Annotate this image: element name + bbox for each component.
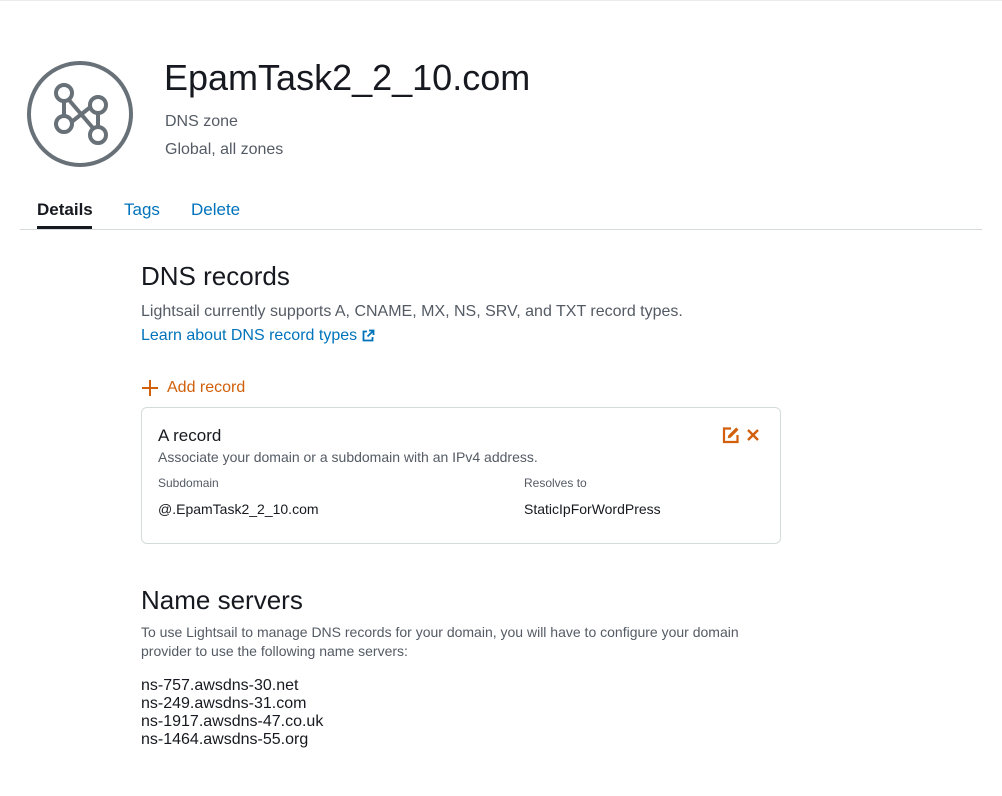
add-record-button[interactable]: Add record	[141, 378, 245, 398]
dns-records-heading: DNS records	[141, 261, 290, 291]
tab-bar: Details Tags Delete	[20, 196, 982, 230]
subdomain-label: Subdomain	[158, 476, 219, 490]
resolves-to-value: StaticIpForWordPress	[524, 501, 661, 517]
name-servers-heading: Name servers	[141, 585, 303, 615]
name-server-item: ns-1464.awsdns-55.org	[141, 731, 309, 748]
active-tab-indicator	[37, 226, 92, 229]
delete-x-icon[interactable]	[744, 426, 762, 444]
learn-link-label: Learn about DNS record types	[141, 327, 358, 344]
dns-zone-icon	[27, 61, 133, 167]
top-divider	[0, 0, 1002, 1]
record-title: A record	[158, 426, 222, 445]
dns-records-description: Lightsail currently supports A, CNAME, M…	[141, 303, 683, 320]
zone-scope: Global, all zones	[165, 141, 284, 158]
page-title: EpamTask2_2_10.com	[164, 57, 531, 98]
record-actions	[722, 426, 762, 444]
tab-tags[interactable]: Tags	[124, 199, 160, 221]
name-server-item: ns-1917.awsdns-47.co.uk	[141, 713, 324, 730]
name-server-item: ns-757.awsdns-30.net	[141, 677, 299, 694]
a-record-card: A record Associate your domain or a subd…	[141, 407, 781, 544]
name-server-item: ns-249.awsdns-31.com	[141, 695, 307, 712]
subdomain-value: @.EpamTask2_2_10.com	[158, 501, 319, 517]
tab-details[interactable]: Details	[37, 199, 93, 221]
resolves-to-label: Resolves to	[524, 476, 587, 490]
plus-icon	[142, 380, 158, 396]
record-description: Associate your domain or a subdomain wit…	[158, 449, 538, 465]
edit-icon[interactable]	[722, 426, 740, 444]
zone-type: DNS zone	[165, 113, 238, 130]
add-record-label: Add record	[167, 379, 246, 396]
tab-delete[interactable]: Delete	[191, 199, 240, 221]
learn-dns-record-types-link[interactable]: Learn about DNS record types	[141, 326, 375, 346]
name-server-list: ns-757.awsdns-30.net ns-249.awsdns-31.co…	[141, 677, 323, 749]
name-servers-description: To use Lightsail to manage DNS records f…	[141, 624, 739, 659]
external-link-icon	[362, 329, 375, 342]
